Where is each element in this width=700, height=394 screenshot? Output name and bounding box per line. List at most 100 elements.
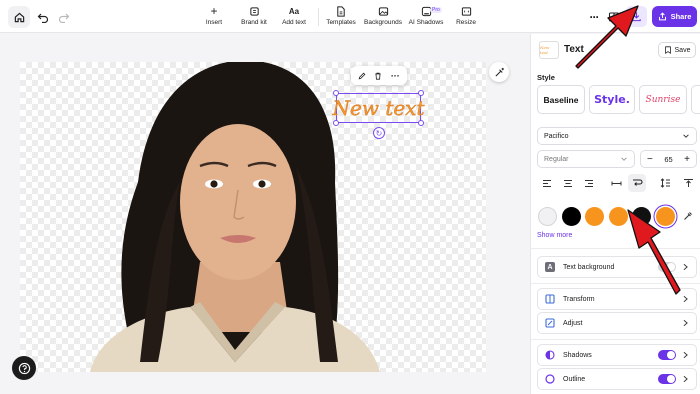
pro-badge: Pro xyxy=(430,7,442,13)
transform-label: Transform xyxy=(563,295,595,303)
resize-handle-top-right[interactable] xyxy=(418,90,424,96)
text-icon: Aa xyxy=(288,6,300,16)
align-right-icon xyxy=(585,179,593,187)
adjust-row[interactable]: Adjust xyxy=(537,312,697,334)
text-context-toolbar: ··· xyxy=(351,66,407,85)
templates-label: Templates xyxy=(326,19,356,26)
backgrounds-label: Backgrounds xyxy=(364,19,402,26)
style-heading: Style xyxy=(537,73,555,82)
swatch-black[interactable] xyxy=(562,207,581,226)
trash-icon xyxy=(375,72,382,80)
wrap-text-button[interactable] xyxy=(628,174,646,192)
canvas-area xyxy=(0,34,530,394)
font-size-value[interactable]: 65 xyxy=(664,155,672,164)
share-button[interactable]: Share xyxy=(652,6,697,27)
font-family-value: Pacifico xyxy=(544,132,569,140)
save-icon xyxy=(664,46,671,54)
home-icon xyxy=(14,12,24,22)
increase-size-button[interactable]: + xyxy=(684,154,690,165)
style-card-sunrise[interactable]: Sunrise xyxy=(639,85,687,114)
align-center-icon xyxy=(564,179,572,187)
undo-icon xyxy=(37,13,49,23)
resize-label: Resize xyxy=(456,19,476,26)
toolbar-divider xyxy=(318,8,319,26)
save-label: Save xyxy=(674,46,691,54)
adjust-icon xyxy=(545,318,555,328)
vertical-align-button[interactable] xyxy=(679,174,697,192)
help-button[interactable] xyxy=(12,356,36,380)
share-label: Share xyxy=(670,12,692,21)
style-card-style[interactable]: Style. xyxy=(589,85,635,114)
transform-icon xyxy=(545,294,555,304)
chevron-right-icon xyxy=(683,319,688,327)
line-height-button[interactable] xyxy=(656,174,674,192)
edit-text-button[interactable] xyxy=(358,67,366,85)
style-baseline-label: Baseline xyxy=(543,94,579,105)
font-size-stepper: − 65 + xyxy=(640,150,697,168)
resize-icon xyxy=(461,6,471,16)
plus-icon: + xyxy=(210,4,218,18)
templates-tool[interactable]: Templates xyxy=(326,4,356,26)
resize-handle-bottom-right[interactable] xyxy=(418,120,424,126)
font-weight-select[interactable]: Regular xyxy=(537,150,635,168)
panel-divider xyxy=(530,339,700,340)
shadows-row[interactable]: Shadows xyxy=(537,344,697,366)
outline-icon xyxy=(545,374,555,384)
backgrounds-tool[interactable]: Backgrounds xyxy=(364,4,402,26)
insert-label: Insert xyxy=(205,19,223,26)
annotation-arrow-swatch xyxy=(627,209,681,295)
align-left-button[interactable] xyxy=(538,174,556,192)
ai-shadows-label: AI Shadows xyxy=(408,19,444,26)
templates-icon xyxy=(337,5,345,17)
resize-tool[interactable]: Resize xyxy=(452,4,480,26)
text-background-icon: A xyxy=(545,262,555,272)
help-icon xyxy=(18,362,30,374)
delete-text-button[interactable] xyxy=(374,67,382,85)
undo-button[interactable] xyxy=(34,8,52,26)
adjust-label: Adjust xyxy=(563,319,583,327)
save-style-button[interactable]: Save xyxy=(658,42,696,58)
resize-handle-bottom-left[interactable] xyxy=(333,120,339,126)
brand-kit-icon xyxy=(249,6,259,16)
outline-row[interactable]: Outline xyxy=(537,368,697,390)
rotate-handle[interactable]: ↻ xyxy=(373,127,385,139)
decrease-size-button[interactable]: − xyxy=(647,154,653,165)
insert-tool[interactable]: + Insert xyxy=(200,4,228,26)
add-text-tool[interactable]: Aa Add text xyxy=(280,4,308,27)
brand-kit-tool[interactable]: Brand kit xyxy=(238,4,270,26)
home-button[interactable] xyxy=(8,6,30,28)
line-height-icon xyxy=(660,178,670,188)
add-text-label: Add text xyxy=(282,19,306,26)
swatch-none[interactable] xyxy=(538,207,557,226)
shadows-icon xyxy=(545,350,555,360)
style-card-more[interactable] xyxy=(691,85,700,114)
shadows-toggle[interactable] xyxy=(658,350,676,360)
align-left-icon xyxy=(543,179,551,187)
rotate-icon: ↻ xyxy=(375,128,383,138)
text-background-label: Text background xyxy=(563,263,615,271)
show-more-link[interactable]: Show more xyxy=(537,232,572,239)
style-sunrise-label: Sunrise xyxy=(645,94,681,105)
chevron-right-icon xyxy=(683,375,688,383)
sparkle-edit-icon xyxy=(494,67,504,77)
selected-text-element[interactable]: New text xyxy=(332,90,425,126)
shadows-label: Shadows xyxy=(563,351,592,359)
magic-edit-button[interactable] xyxy=(489,62,509,82)
style-card-baseline[interactable]: Baseline xyxy=(537,85,585,114)
pencil-icon xyxy=(358,72,366,79)
brand-kit-label: Brand kit xyxy=(241,19,267,26)
text-thumbnail: New text xyxy=(539,41,559,59)
align-center-button[interactable] xyxy=(559,174,577,192)
font-family-select[interactable]: Pacifico xyxy=(537,127,697,145)
more-text-options-button[interactable]: ··· xyxy=(391,71,400,80)
chevron-down-icon xyxy=(621,157,627,161)
redo-button[interactable] xyxy=(55,8,73,26)
font-weight-value: Regular xyxy=(544,155,569,163)
resize-handle-top-left[interactable] xyxy=(333,90,339,96)
outline-toggle[interactable] xyxy=(658,374,676,384)
letter-spacing-button[interactable] xyxy=(607,174,625,192)
redo-icon xyxy=(58,13,70,23)
align-right-button[interactable] xyxy=(580,174,598,192)
swatch-orange[interactable] xyxy=(585,207,604,226)
text-thumbnail-label: New text xyxy=(540,45,550,55)
